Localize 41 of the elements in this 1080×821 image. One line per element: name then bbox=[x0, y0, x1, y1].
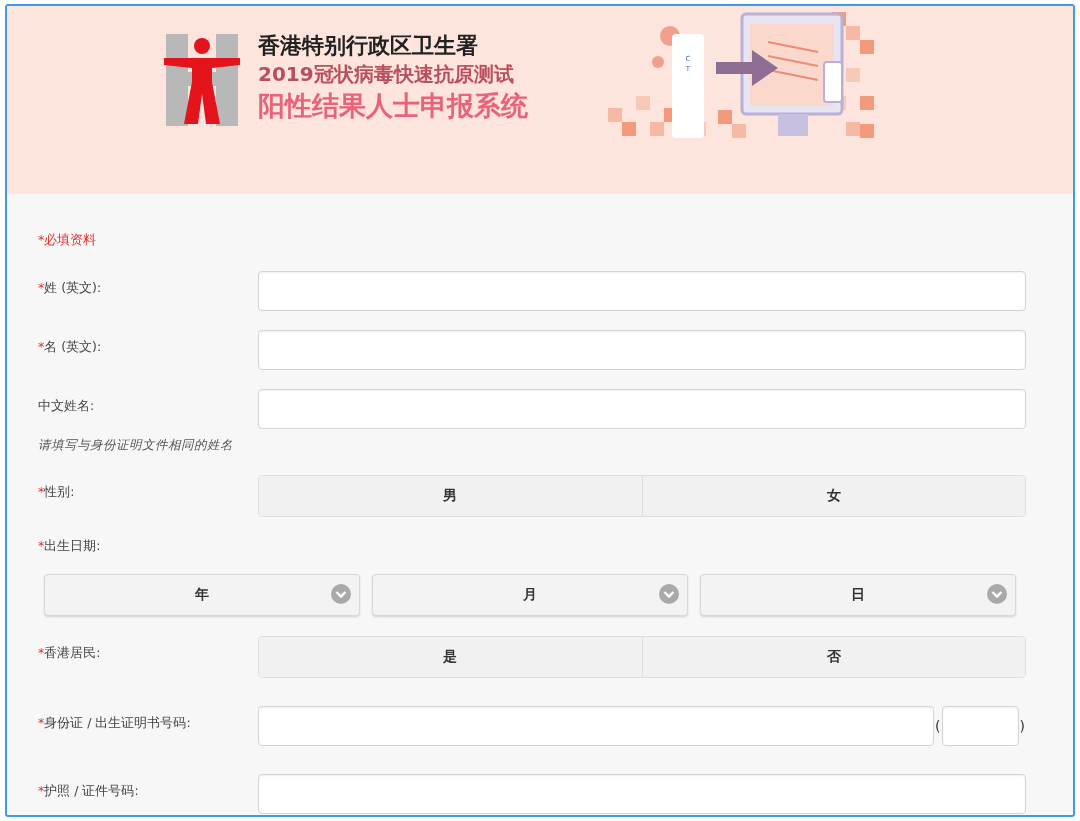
required-mark: * bbox=[38, 484, 45, 499]
hint-text: 请填写与身份证明文件相同的姓名 bbox=[38, 437, 234, 454]
dropdown[interactable]: 日 bbox=[700, 574, 1016, 616]
field-label: 出生日期: bbox=[44, 538, 101, 553]
required-mark: * bbox=[38, 339, 45, 354]
required-mark: * bbox=[38, 538, 45, 553]
banner-subtitle: 2019冠状病毒快速抗原测试 bbox=[258, 61, 515, 88]
parenthesis: ( bbox=[934, 718, 942, 734]
option-button[interactable]: 否 bbox=[642, 637, 1025, 677]
field-label: 姓 (英文): bbox=[44, 280, 102, 295]
field-label: 名 (英文): bbox=[44, 339, 102, 354]
option-button[interactable]: 男 bbox=[259, 476, 643, 516]
field-label: 中文姓名: bbox=[38, 398, 95, 413]
dropdown[interactable]: 月 bbox=[372, 574, 688, 616]
parenthesis: ) bbox=[1018, 718, 1026, 734]
check-digit-field[interactable] bbox=[941, 706, 1019, 746]
field-label: 性别: bbox=[44, 484, 75, 499]
dropdown[interactable]: 年 bbox=[44, 574, 360, 616]
logo-icon bbox=[162, 32, 242, 128]
required-mark: * bbox=[38, 645, 45, 660]
input-field[interactable] bbox=[258, 774, 1026, 814]
required-mark: * bbox=[38, 280, 45, 295]
required-mark: * bbox=[38, 232, 45, 247]
arrow-icon bbox=[716, 50, 778, 86]
input-field[interactable] bbox=[258, 706, 935, 746]
input-field[interactable] bbox=[258, 389, 1026, 429]
input-field[interactable] bbox=[258, 271, 1026, 311]
chevron-down-icon bbox=[987, 584, 1007, 604]
required-mark: * bbox=[38, 783, 45, 798]
field-label: 护照 / 证件号码: bbox=[44, 783, 139, 798]
chevron-down-icon bbox=[331, 584, 351, 604]
option-button[interactable]: 是 bbox=[259, 637, 643, 677]
banner-title: 阳性结果人士申报系统 bbox=[258, 89, 528, 123]
input-field[interactable] bbox=[258, 330, 1026, 370]
field-label: 香港居民: bbox=[44, 645, 101, 660]
required-mark: * bbox=[38, 715, 45, 730]
department-name: 香港特别行政区卫生署 bbox=[258, 32, 479, 60]
required-note: 必填资料 bbox=[44, 232, 97, 247]
field-label: 身份证 / 出生证明书号码: bbox=[44, 715, 191, 730]
option-button[interactable]: 女 bbox=[642, 476, 1025, 516]
chevron-down-icon bbox=[659, 584, 679, 604]
